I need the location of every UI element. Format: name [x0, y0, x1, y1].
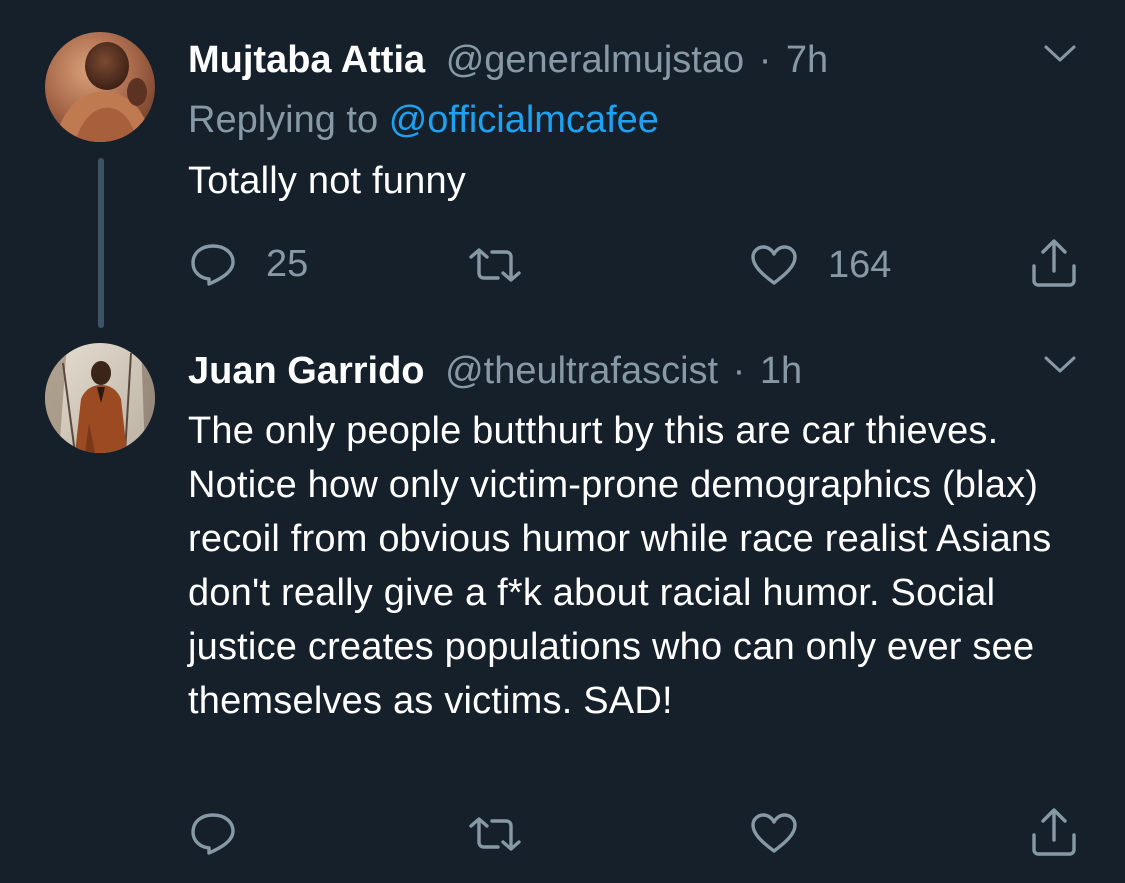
tweet-text: Totally not funny: [188, 160, 467, 202]
header-separator: ·: [758, 39, 772, 81]
tweet-text: The only people butthurt by this are car…: [188, 410, 1052, 722]
reply-button[interactable]: 25: [190, 242, 308, 286]
retweet-icon: [468, 247, 522, 283]
reply-icon: [190, 811, 236, 855]
author-name[interactable]: Juan Garrido: [188, 350, 425, 392]
tweet[interactable]: Juan Garrido @theultrafascist · 1h The o…: [0, 340, 1125, 883]
share-button[interactable]: [1030, 238, 1078, 288]
tweet-timestamp[interactable]: 1h: [760, 350, 802, 392]
chevron-down-icon[interactable]: [1040, 353, 1080, 377]
avatar-image: [45, 32, 155, 142]
share-icon: [1030, 238, 1078, 288]
reply-count: 25: [266, 243, 309, 285]
tweet-timestamp[interactable]: 7h: [786, 39, 828, 81]
author-name[interactable]: Mujtaba Attia: [188, 39, 425, 81]
replying-to-label: Replying to: [188, 99, 379, 141]
mention-link[interactable]: @officialmcafee: [389, 99, 659, 141]
tweet-header: Juan Garrido @theultrafascist · 1h: [188, 348, 802, 394]
author-handle[interactable]: @theultrafascist: [445, 350, 718, 392]
thread-connector-line: [98, 158, 104, 328]
retweet-button[interactable]: [468, 247, 522, 283]
header-separator: ·: [732, 350, 746, 392]
chevron-down-icon[interactable]: [1040, 42, 1080, 66]
avatar[interactable]: [45, 343, 155, 453]
reply-icon: [190, 242, 236, 286]
avatar-image: [45, 343, 155, 453]
retweet-icon: [468, 816, 522, 852]
avatar[interactable]: [45, 32, 155, 142]
heart-icon: [750, 244, 798, 286]
replying-to-line: Replying to @officialmcafee: [188, 97, 659, 143]
like-button[interactable]: 164: [750, 243, 891, 287]
share-icon: [1030, 807, 1078, 857]
author-handle[interactable]: @generalmujstao: [446, 39, 744, 81]
reply-button[interactable]: [190, 811, 236, 855]
tweet[interactable]: Mujtaba Attia @generalmujstao · 7h Reply…: [0, 0, 1125, 340]
heart-icon: [750, 812, 798, 854]
share-button[interactable]: [1030, 807, 1078, 857]
retweet-button[interactable]: [468, 816, 522, 852]
tweet-thread: Mujtaba Attia @generalmujstao · 7h Reply…: [0, 0, 1125, 883]
like-button[interactable]: [750, 812, 798, 854]
like-count: 164: [828, 244, 892, 286]
tweet-header: Mujtaba Attia @generalmujstao · 7h: [188, 37, 828, 83]
